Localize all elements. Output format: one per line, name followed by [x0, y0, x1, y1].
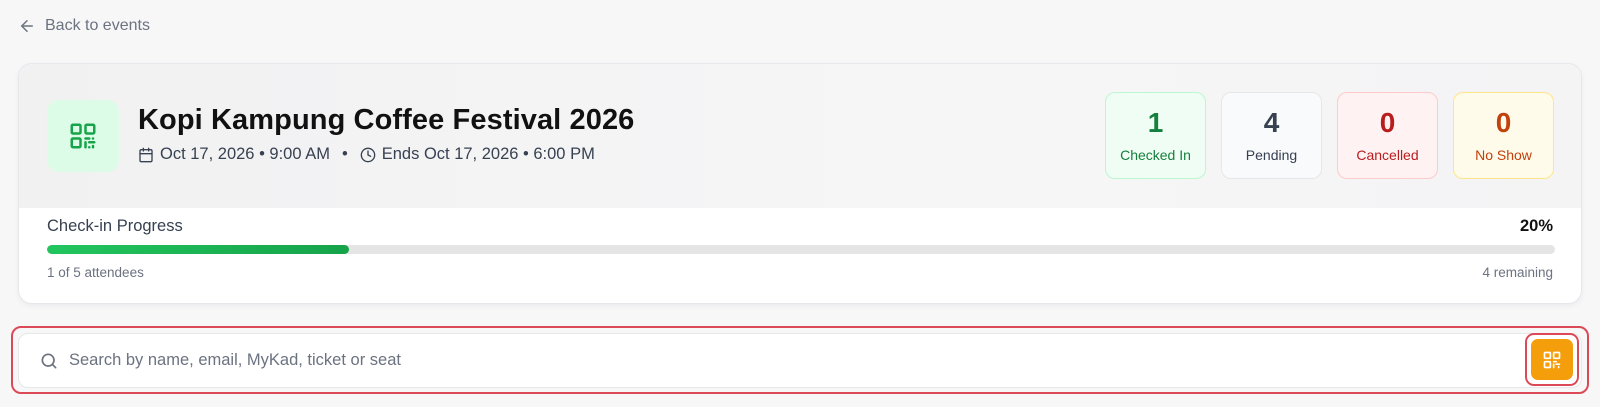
- scan-qr-button[interactable]: [1531, 339, 1573, 380]
- search-bar: [18, 333, 1582, 388]
- stat-checked-in[interactable]: 1 Checked In: [1105, 92, 1206, 179]
- qr-scan-icon: [1543, 351, 1561, 368]
- stat-label: Pending: [1245, 147, 1298, 163]
- stat-label: Checked In: [1120, 147, 1191, 163]
- qr-code-icon: [47, 100, 119, 172]
- progress-attendees: 1 of 5 attendees: [47, 265, 144, 280]
- progress-remaining: 4 remaining: [1482, 265, 1553, 280]
- arrow-left-icon: [21, 20, 33, 32]
- stat-label: No Show: [1475, 147, 1532, 163]
- progress-fill: [47, 245, 349, 254]
- progress-percent: 20%: [1519, 217, 1553, 235]
- stat-no-show[interactable]: 0 No Show: [1453, 92, 1554, 179]
- stat-value: 1: [1147, 107, 1164, 138]
- back-to-events-link[interactable]: Back to events: [18, 17, 150, 35]
- stat-value: 0: [1379, 107, 1396, 138]
- event-end: Ends Oct 17, 2026 • 6:00 PM: [381, 145, 595, 163]
- event-card: Kopi Kampung Coffee Festival 2026 Oct 17…: [18, 63, 1582, 304]
- event-title: Kopi Kampung Coffee Festival 2026: [138, 104, 635, 136]
- stat-value: 4: [1263, 107, 1280, 138]
- stat-value: 0: [1495, 107, 1512, 138]
- search-input[interactable]: [69, 334, 1469, 387]
- progress-label: Check-in Progress: [47, 217, 183, 235]
- event-start: Oct 17, 2026 • 9:00 AM: [160, 145, 330, 163]
- back-label: Back to events: [45, 17, 150, 34]
- clock-icon: [360, 147, 376, 162]
- search-icon: [41, 353, 57, 369]
- stat-label: Cancelled: [1356, 147, 1419, 163]
- stat-pending[interactable]: 4 Pending: [1221, 92, 1322, 179]
- schedule-separator: •: [341, 145, 348, 163]
- stat-cancelled[interactable]: 0 Cancelled: [1337, 92, 1438, 179]
- progress-track: [47, 245, 1555, 254]
- event-schedule: Oct 17, 2026 • 9:00 AM • Ends Oct 17, 20…: [138, 145, 595, 164]
- calendar-icon: [139, 147, 153, 162]
